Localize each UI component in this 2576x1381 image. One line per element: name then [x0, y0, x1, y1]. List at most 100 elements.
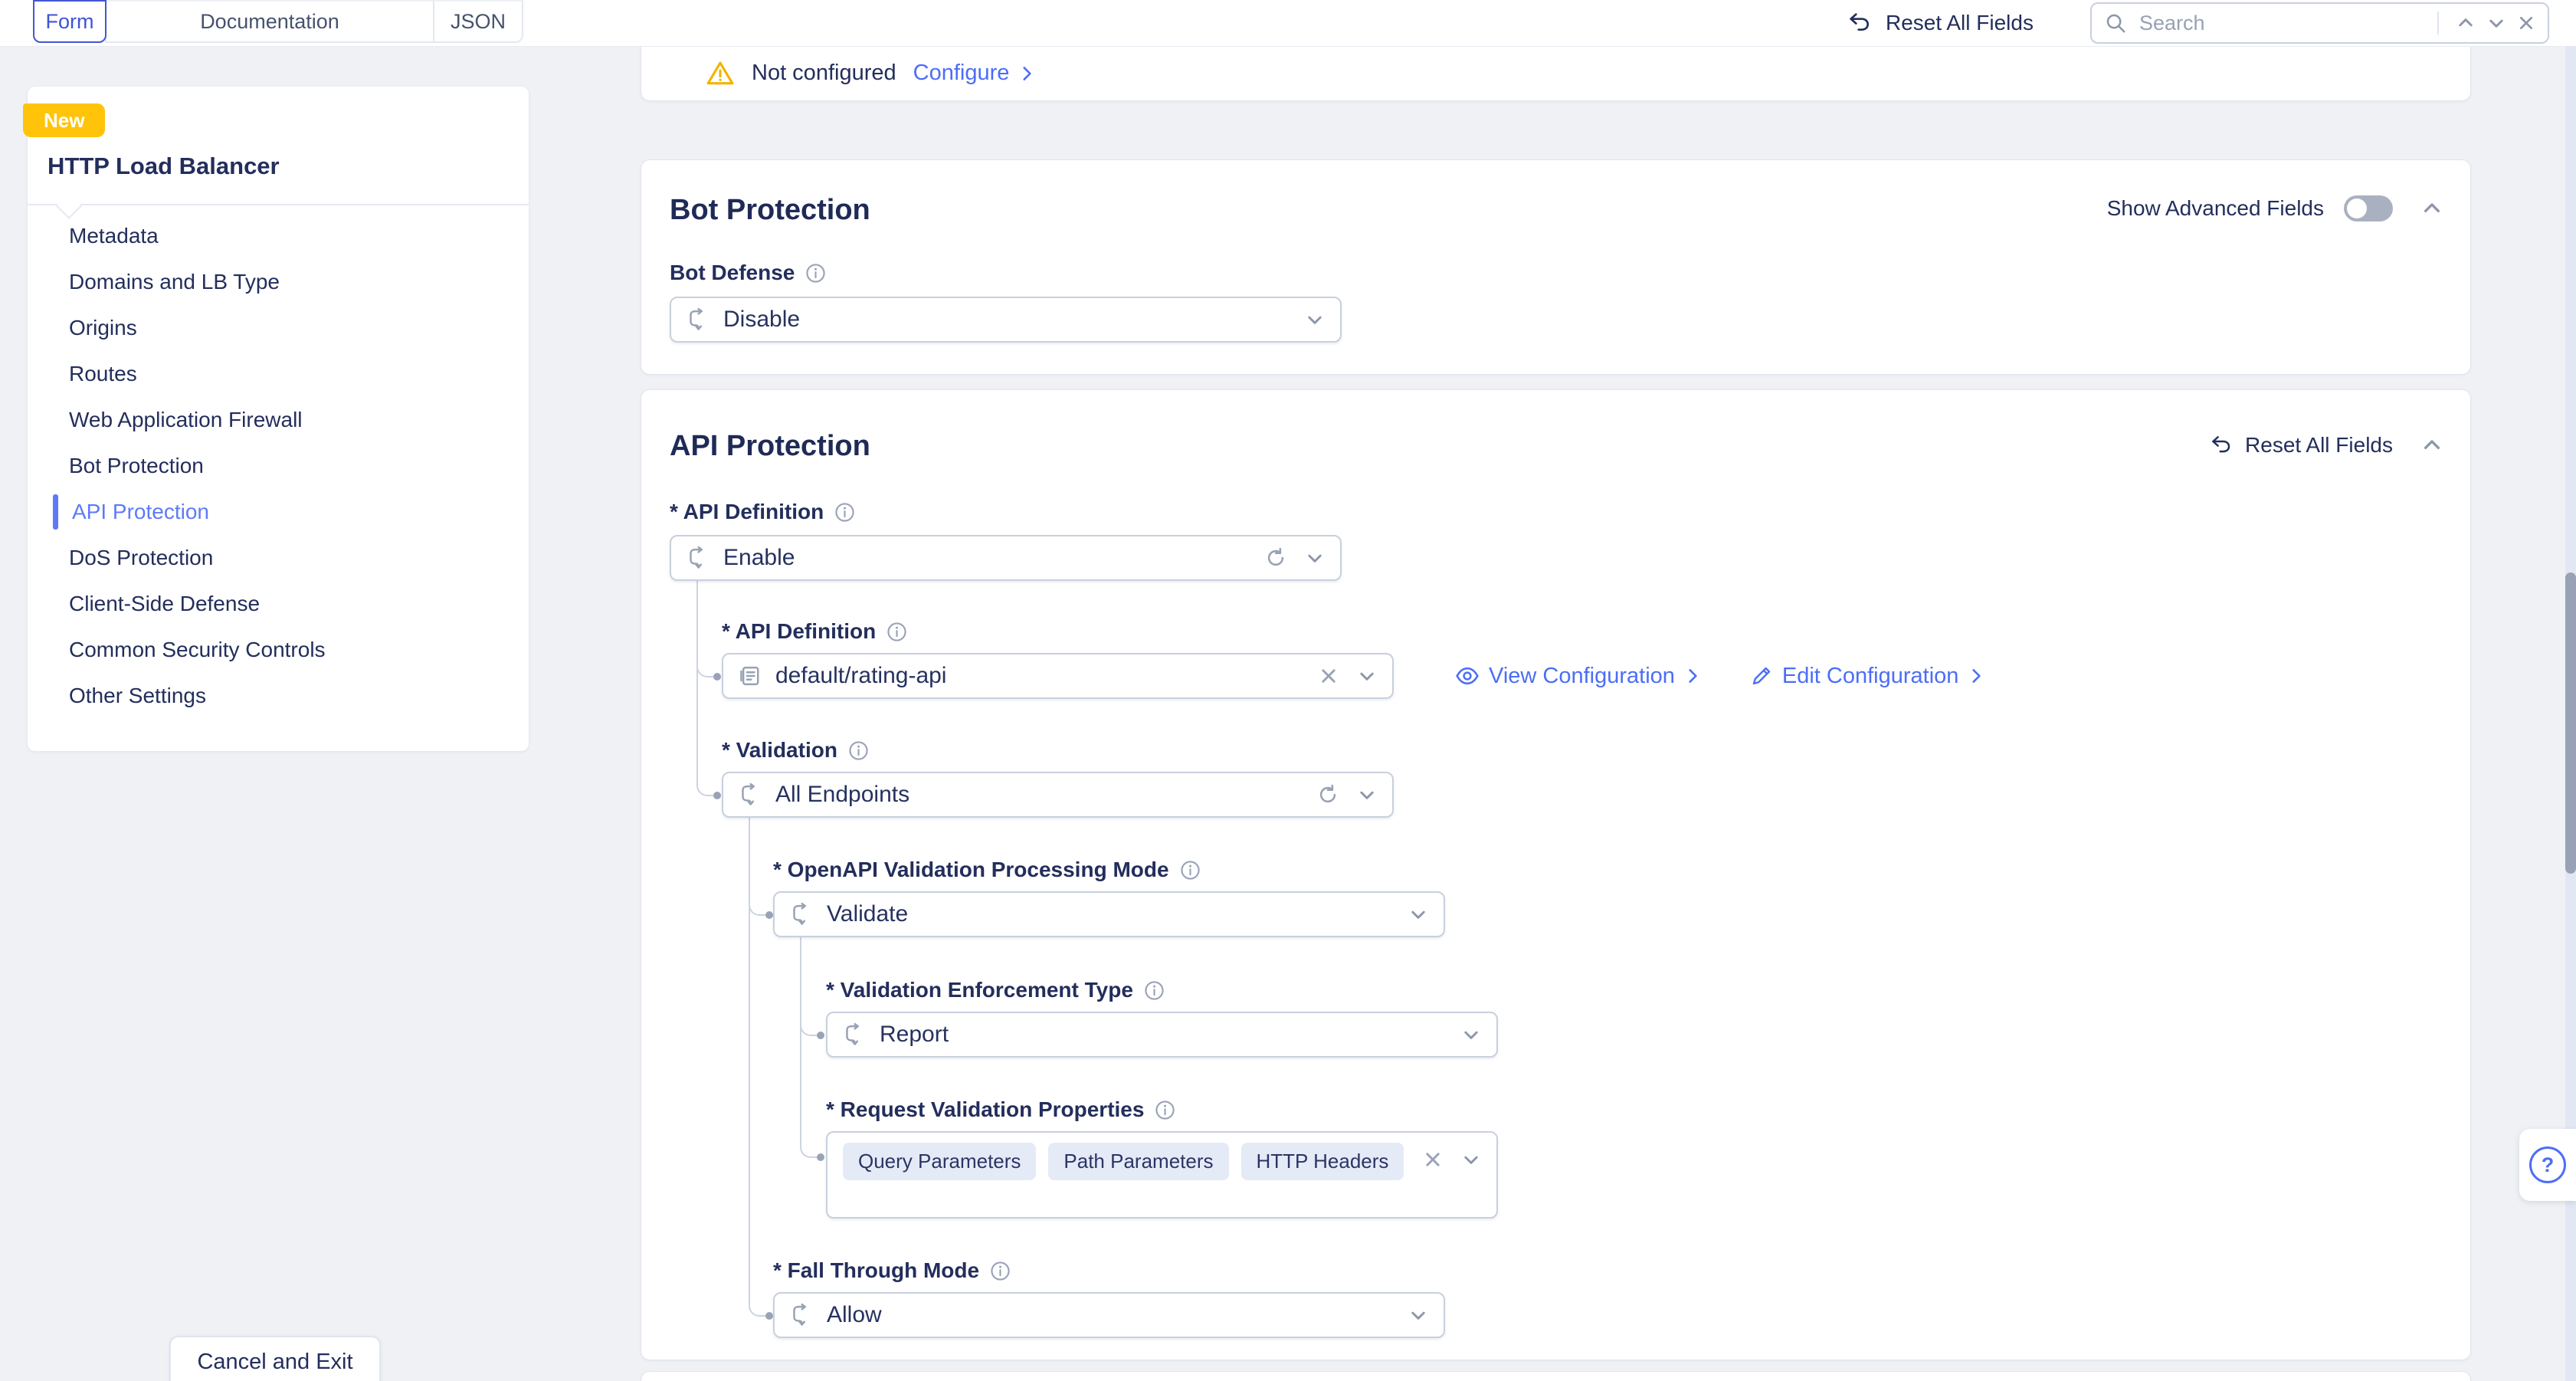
configure-link-label: Configure — [913, 61, 1010, 86]
info-icon[interactable] — [848, 740, 869, 761]
refresh-icon[interactable] — [1317, 784, 1339, 805]
bot-defense-select[interactable]: Disable — [670, 297, 1342, 343]
sidebar-nav: Metadata Domains and LB Type Origins Rou… — [28, 213, 529, 719]
info-icon[interactable] — [990, 1261, 1011, 1281]
bot-defense-label: Bot Defense — [670, 258, 826, 287]
api-protection-section-card: API Protection Reset All Fields * API De… — [641, 389, 2471, 1360]
validation-value: All Endpoints — [775, 782, 909, 808]
branch-icon — [790, 1304, 813, 1327]
validation-select[interactable]: All Endpoints — [722, 772, 1394, 818]
api-definition-mode-label: * API Definition — [670, 497, 855, 526]
chevron-down-icon — [1305, 310, 1325, 330]
search-close-icon[interactable] — [2517, 14, 2535, 32]
chevron-right-icon — [1018, 64, 1035, 84]
tag-path-parameters[interactable]: Path Parameters — [1048, 1143, 1228, 1180]
chevron-down-icon — [1357, 785, 1377, 805]
sidebar-item-web-application-firewall[interactable]: Web Application Firewall — [28, 397, 529, 443]
api-definition-mode-select[interactable]: Enable — [670, 535, 1342, 581]
api-definition-value: default/rating-api — [775, 663, 946, 689]
info-icon[interactable] — [1155, 1100, 1175, 1120]
enforcement-type-select[interactable]: Report — [826, 1012, 1498, 1058]
new-badge: New — [23, 103, 105, 137]
info-icon[interactable] — [834, 502, 855, 523]
api-definition-select[interactable]: default/rating-api — [722, 653, 1394, 699]
sidebar-item-client-side-defense[interactable]: Client-Side Defense — [28, 581, 529, 627]
request-validation-properties-label: * Request Validation Properties — [826, 1095, 1175, 1124]
chevron-down-icon — [1408, 904, 1428, 924]
api-protection-title: API Protection — [670, 430, 870, 463]
branch-icon — [843, 1023, 866, 1046]
tag-query-parameters[interactable]: Query Parameters — [843, 1143, 1036, 1180]
clear-x-icon[interactable] — [1423, 1150, 1443, 1169]
sidebar-item-origins[interactable]: Origins — [28, 305, 529, 351]
reset-all-fields-button[interactable]: Reset All Fields — [1847, 0, 2034, 46]
tag-http-headers[interactable]: HTTP Headers — [1241, 1143, 1404, 1180]
branch-icon — [687, 308, 710, 331]
fall-through-mode-select[interactable]: Allow — [773, 1292, 1445, 1338]
selected-tags: Query Parameters Path Parameters HTTP He… — [843, 1143, 1404, 1180]
search-box — [2090, 2, 2549, 44]
undo-reset-icon — [2210, 434, 2233, 457]
view-configuration-link[interactable]: View Configuration — [1455, 664, 1701, 689]
tree-connector — [696, 579, 718, 796]
clear-x-icon[interactable] — [1319, 666, 1339, 686]
toggle-knob — [2347, 198, 2367, 218]
question-mark-icon: ? — [2529, 1146, 2566, 1183]
configure-link[interactable]: Configure — [913, 61, 1036, 86]
branch-icon — [687, 546, 710, 569]
sidebar-item-metadata[interactable]: Metadata — [28, 213, 529, 259]
tab-documentation[interactable]: Documentation — [105, 0, 434, 43]
fall-through-mode-label-text: * Fall Through Mode — [773, 1258, 979, 1283]
http-load-balancer-form-screen: Form Documentation JSON Reset All Fields — [0, 0, 2576, 1381]
search-prev-chevron-up-icon[interactable] — [2456, 13, 2476, 33]
warning-icon — [706, 59, 735, 88]
sidebar-item-bot-protection[interactable]: Bot Protection — [28, 443, 529, 489]
tab-json[interactable]: JSON — [433, 0, 523, 43]
bot-protection-collapse-chevron-up-icon[interactable] — [2420, 197, 2443, 220]
search-next-chevron-down-icon[interactable] — [2486, 13, 2506, 33]
sidebar-item-domains-lb-type[interactable]: Domains and LB Type — [28, 259, 529, 305]
chevron-right-icon — [1684, 666, 1701, 686]
scrollbar-thumb[interactable] — [2565, 572, 2576, 874]
sidebar-item-routes[interactable]: Routes — [28, 351, 529, 397]
undo-reset-icon — [1847, 11, 1872, 35]
not-configured-row: Not configured Configure — [706, 46, 1035, 100]
info-icon[interactable] — [1180, 860, 1201, 881]
sidebar-item-dos-protection[interactable]: DoS Protection — [28, 535, 529, 581]
branch-icon — [739, 783, 762, 806]
sidebar-item-other-settings[interactable]: Other Settings — [28, 673, 529, 719]
not-configured-section-card: Not configured Configure — [641, 46, 2471, 101]
show-advanced-fields-toggle[interactable] — [2344, 195, 2393, 221]
view-configuration-label: View Configuration — [1489, 664, 1675, 689]
bot-defense-value: Disable — [723, 307, 800, 333]
api-definition-links: View Configuration Edit Configuration — [1455, 653, 1984, 699]
sidebar-item-common-security-controls[interactable]: Common Security Controls — [28, 627, 529, 673]
validation-label: * Validation — [722, 736, 869, 765]
api-protection-collapse-chevron-up-icon[interactable] — [2420, 434, 2443, 457]
info-icon[interactable] — [887, 622, 907, 642]
processing-mode-label: * OpenAPI Validation Processing Mode — [773, 855, 1201, 884]
processing-mode-select[interactable]: Validate — [773, 891, 1445, 937]
top-bar: Form Documentation JSON Reset All Fields — [0, 0, 2576, 47]
request-validation-properties-multiselect[interactable]: Query Parameters Path Parameters HTTP He… — [826, 1131, 1498, 1219]
api-definition-mode-label-text: * API Definition — [670, 500, 824, 524]
fall-through-mode-value: Allow — [827, 1302, 882, 1328]
pencil-icon — [1750, 664, 1773, 687]
info-icon[interactable] — [805, 263, 826, 284]
api-protection-reset-all-fields[interactable]: Reset All Fields — [2210, 433, 2393, 458]
edit-configuration-label: Edit Configuration — [1782, 664, 1959, 689]
api-definition-mode-value: Enable — [723, 545, 795, 571]
tab-form[interactable]: Form — [33, 0, 107, 43]
help-button[interactable]: ? — [2519, 1129, 2576, 1201]
not-configured-status: Not configured — [752, 61, 896, 86]
info-icon[interactable] — [1144, 980, 1165, 1001]
refresh-icon[interactable] — [1265, 547, 1286, 569]
sidebar-item-api-protection[interactable]: API Protection — [28, 489, 529, 535]
bot-protection-header-controls: Show Advanced Fields — [2107, 195, 2443, 221]
api-protection-header-controls: Reset All Fields — [2210, 433, 2443, 458]
eye-icon — [1455, 664, 1480, 688]
enforcement-type-label: * Validation Enforcement Type — [826, 976, 1165, 1005]
search-input[interactable] — [2138, 11, 2420, 36]
cancel-and-exit-button[interactable]: Cancel and Exit — [169, 1336, 381, 1381]
edit-configuration-link[interactable]: Edit Configuration — [1750, 664, 1985, 689]
